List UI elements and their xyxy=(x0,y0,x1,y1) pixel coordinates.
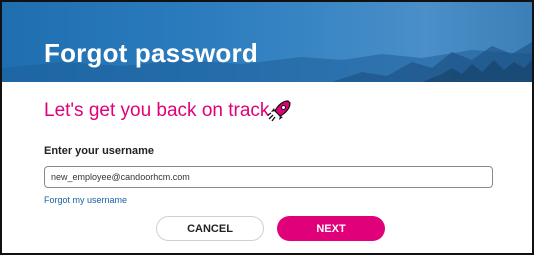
forgot-username-link[interactable]: Forgot my username xyxy=(44,195,127,205)
forgot-password-panel: Forgot password Let's get you back on tr… xyxy=(0,0,534,255)
header-banner: Forgot password xyxy=(2,2,532,82)
username-label: Enter your username xyxy=(44,145,155,157)
tagline: Let's get you back on track xyxy=(44,100,270,121)
cancel-button[interactable]: CANCEL xyxy=(156,216,264,241)
username-input[interactable]: new_employee@candoorhcm.com xyxy=(44,166,493,188)
next-button[interactable]: NEXT xyxy=(277,216,385,241)
page-title: Forgot password xyxy=(44,38,258,68)
rocket-icon xyxy=(267,100,291,122)
